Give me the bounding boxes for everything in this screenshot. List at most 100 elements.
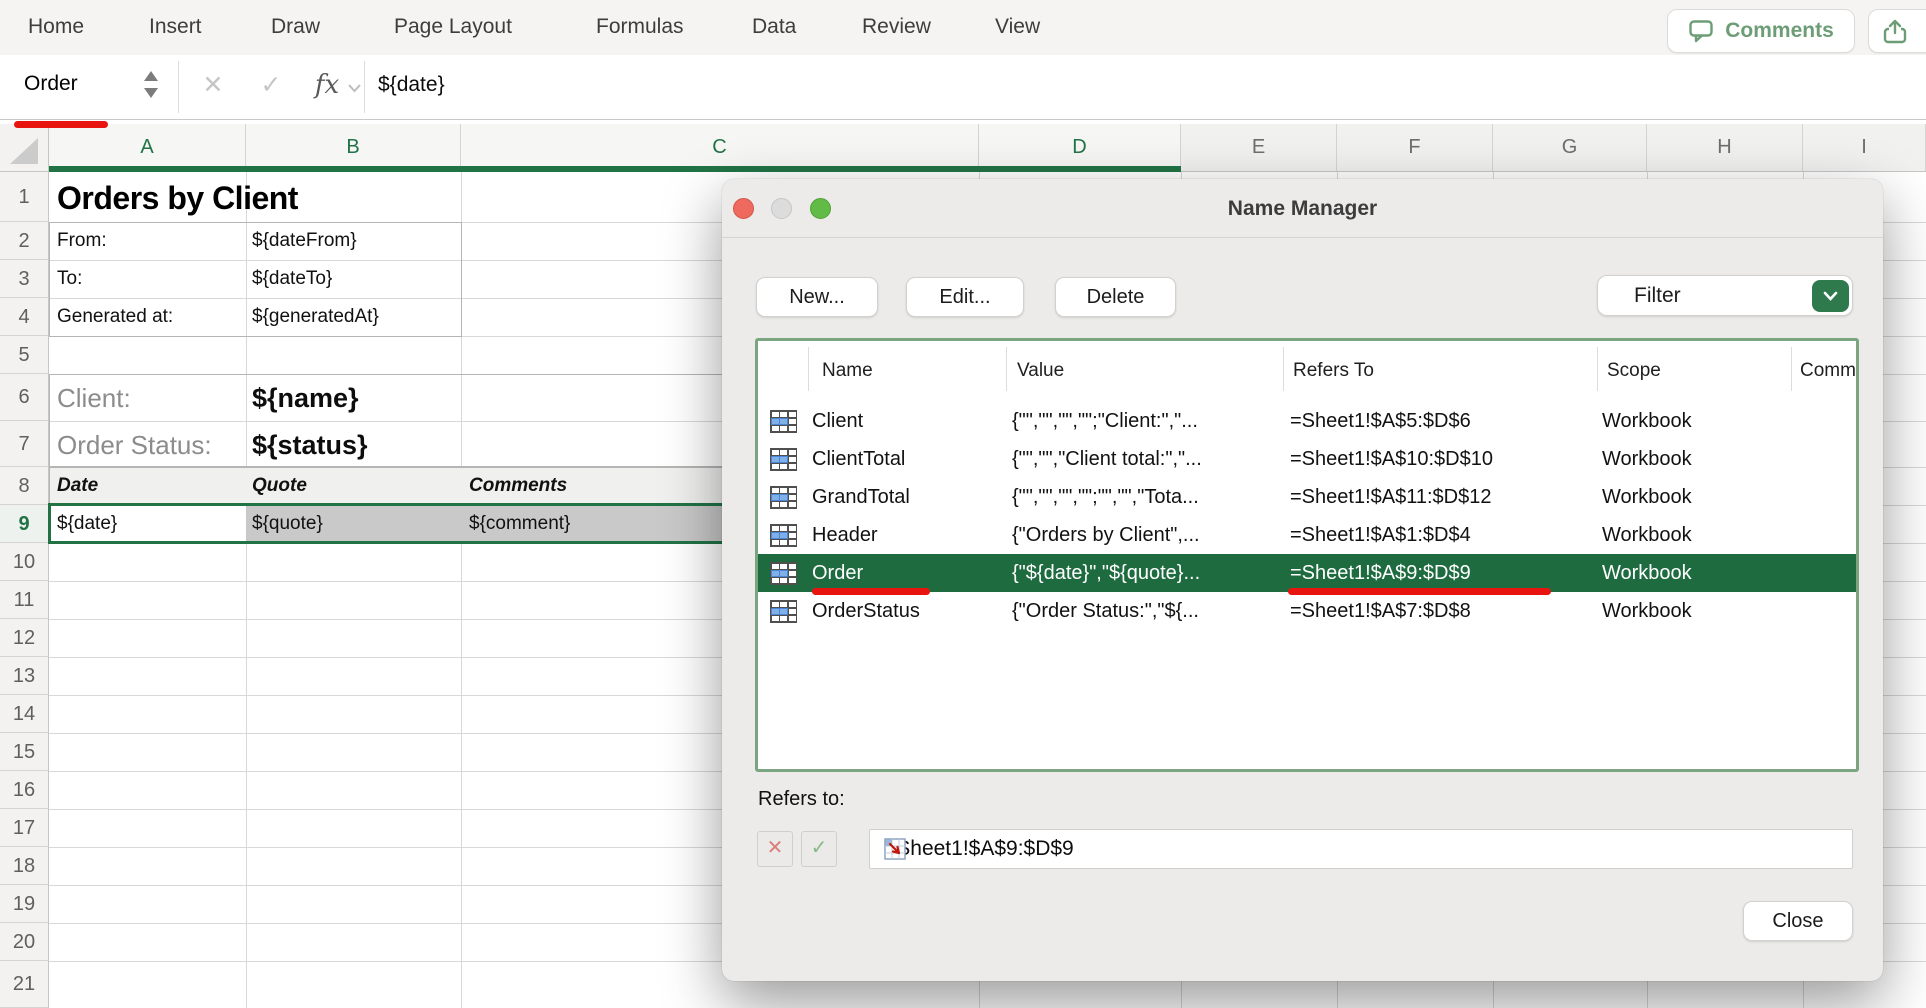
cell-a3[interactable]: To: xyxy=(57,260,82,298)
select-all-corner[interactable] xyxy=(0,124,49,172)
row-header-18[interactable]: 18 xyxy=(0,847,48,885)
column-header-i[interactable]: I xyxy=(1803,124,1926,171)
row-header-16[interactable]: 16 xyxy=(0,771,48,809)
dialog-title-bar[interactable]: Name Manager xyxy=(722,179,1883,238)
name-row-client[interactable]: Client {"","","","";"Client:","... =Shee… xyxy=(758,402,1856,440)
list-header-comment[interactable]: Comment xyxy=(1800,353,1856,389)
scope-cell: Workbook xyxy=(1602,478,1787,516)
row-header-21[interactable]: 21 xyxy=(0,961,48,1008)
column-separator xyxy=(1791,347,1792,391)
delete-button[interactable]: Delete xyxy=(1055,277,1176,317)
row-header-12[interactable]: 12 xyxy=(0,619,48,657)
row-header-6[interactable]: 6 xyxy=(0,374,48,421)
row-header-14[interactable]: 14 xyxy=(0,695,48,733)
row-header-8[interactable]: 8 xyxy=(0,467,48,505)
range-selector-icon[interactable] xyxy=(884,838,1844,876)
filter-dropdown[interactable]: Filter xyxy=(1597,275,1853,316)
row-header-3[interactable]: 3 xyxy=(0,260,48,298)
name-row-header[interactable]: Header {"Orders by Client",... =Sheet1!$… xyxy=(758,516,1856,554)
formula-input[interactable]: ${date} xyxy=(378,55,445,115)
name-manager-dialog: Name Manager New... Edit... Delete Filte… xyxy=(722,179,1883,981)
tab-data[interactable]: Data xyxy=(752,0,796,54)
row-header-1[interactable]: 1 xyxy=(0,172,48,222)
filter-chevron-button[interactable] xyxy=(1812,280,1849,312)
cell-a4[interactable]: Generated at: xyxy=(57,298,173,336)
cell-b3[interactable]: ${dateTo} xyxy=(252,260,332,298)
cell-b6[interactable]: ${name} xyxy=(252,374,359,421)
value-cell: {"","","Client total:","... xyxy=(1012,440,1284,478)
stepper-down-icon[interactable] xyxy=(144,88,158,98)
cell-b2[interactable]: ${dateFrom} xyxy=(252,222,357,260)
tab-page-layout[interactable]: Page Layout xyxy=(394,0,512,54)
row-header-15[interactable]: 15 xyxy=(0,733,48,771)
name-row-clienttotal[interactable]: ClientTotal {"","","Client total:","... … xyxy=(758,440,1856,478)
row-header-2[interactable]: 2 xyxy=(0,222,48,260)
share-button[interactable] xyxy=(1868,9,1926,53)
new-button[interactable]: New... xyxy=(756,277,878,317)
column-header-a[interactable]: A xyxy=(49,124,246,171)
comments-button[interactable]: Comments xyxy=(1667,9,1855,53)
selected-columns-underline xyxy=(49,166,1181,172)
row-header-17[interactable]: 17 xyxy=(0,809,48,847)
value-cell: {"","","","";"","","Tota... xyxy=(1012,478,1284,516)
column-header-f[interactable]: F xyxy=(1337,124,1493,171)
confirm-refers-button[interactable]: ✓ xyxy=(801,831,837,867)
tab-view[interactable]: View xyxy=(995,0,1040,54)
chevron-down-icon[interactable] xyxy=(346,55,362,115)
list-header-name[interactable]: Name xyxy=(822,353,873,389)
cell-b8[interactable]: Quote xyxy=(252,467,307,505)
row-header-4[interactable]: 4 xyxy=(0,298,48,336)
cell-a2[interactable]: From: xyxy=(57,222,107,260)
cell-a8[interactable]: Date xyxy=(57,467,98,505)
tab-home[interactable]: Home xyxy=(28,0,84,54)
column-separator xyxy=(1597,347,1598,391)
cell-a7[interactable]: Order Status: xyxy=(57,421,212,467)
row-header-13[interactable]: 13 xyxy=(0,657,48,695)
tab-formulas[interactable]: Formulas xyxy=(596,0,684,54)
row-header-9[interactable]: 9 xyxy=(0,505,48,543)
insert-function-icon[interactable]: fx xyxy=(308,55,346,115)
close-button[interactable]: Close xyxy=(1743,901,1853,941)
name-box[interactable]: Order xyxy=(24,55,78,113)
row-header-11[interactable]: 11 xyxy=(0,581,48,619)
cell-a1[interactable]: Orders by Client xyxy=(57,172,298,222)
name-row-order-selected[interactable]: Order {"${date}","${quote}... =Sheet1!$A… xyxy=(758,554,1856,592)
row-header-10[interactable]: 10 xyxy=(0,543,48,581)
cancel-entry-icon[interactable]: ✕ xyxy=(196,55,230,115)
row-header-20[interactable]: 20 xyxy=(0,923,48,961)
list-header-scope[interactable]: Scope xyxy=(1607,353,1661,389)
tab-review[interactable]: Review xyxy=(862,0,931,54)
name-row-orderstatus[interactable]: OrderStatus {"Order Status:","${... =She… xyxy=(758,592,1856,630)
tab-insert[interactable]: Insert xyxy=(149,0,202,54)
row-header-19[interactable]: 19 xyxy=(0,885,48,923)
column-header-g[interactable]: G xyxy=(1493,124,1647,171)
cell-c8[interactable]: Comments xyxy=(469,467,567,505)
edit-button[interactable]: Edit... xyxy=(906,277,1024,317)
cell-b7[interactable]: ${status} xyxy=(252,421,368,467)
column-header-e[interactable]: E xyxy=(1181,124,1337,171)
tab-draw[interactable]: Draw xyxy=(271,0,320,54)
refers-to-input[interactable]: =Sheet1!$A$9:$D$9 xyxy=(869,829,1853,869)
list-header-refers-to[interactable]: Refers To xyxy=(1293,353,1374,389)
value-cell: {"Order Status:","${... xyxy=(1012,592,1284,630)
stepper-up-icon[interactable] xyxy=(144,71,158,81)
cancel-refers-button[interactable]: ✕ xyxy=(757,831,793,867)
annotation-underline-order-name xyxy=(812,588,930,595)
column-header-d[interactable]: D xyxy=(979,124,1181,171)
names-list: Name Value Refers To Scope Comment Clien… xyxy=(755,338,1859,772)
column-header-c[interactable]: C xyxy=(461,124,979,171)
named-range-icon xyxy=(770,600,797,623)
name-row-grandtotal[interactable]: GrandTotal {"","","","";"","","Tota... =… xyxy=(758,478,1856,516)
refers-cell: =Sheet1!$A$9:$D$9 xyxy=(1290,554,1590,592)
column-header-h[interactable]: H xyxy=(1647,124,1803,171)
row-header-7[interactable]: 7 xyxy=(0,421,48,467)
column-header-b[interactable]: B xyxy=(246,124,461,171)
column-separator xyxy=(808,347,809,391)
annotation-underline-name-box xyxy=(14,121,108,128)
list-header-value[interactable]: Value xyxy=(1017,353,1064,389)
confirm-entry-icon[interactable]: ✓ xyxy=(254,55,288,115)
filter-label: Filter xyxy=(1634,276,1681,315)
cell-a6[interactable]: Client: xyxy=(57,374,131,421)
cell-b4[interactable]: ${generatedAt} xyxy=(252,298,379,336)
row-header-5[interactable]: 5 xyxy=(0,336,48,374)
